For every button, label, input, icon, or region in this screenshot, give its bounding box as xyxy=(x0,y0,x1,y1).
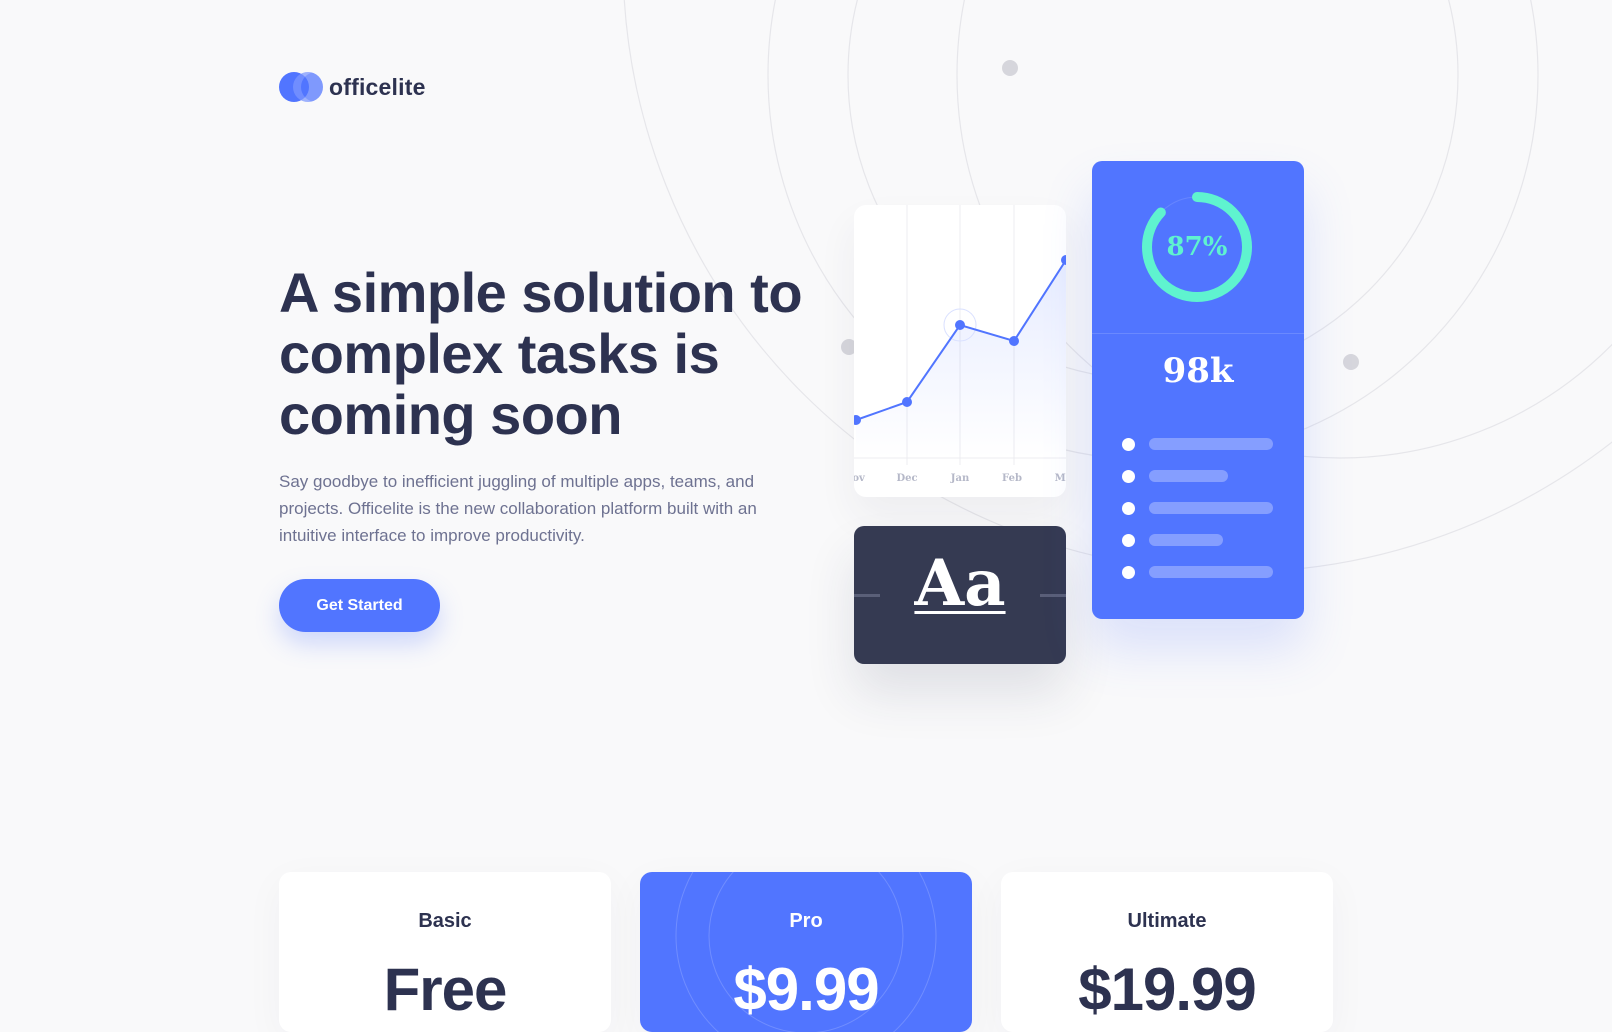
hero-description: Say goodbye to inefficient juggling of m… xyxy=(279,472,757,545)
stat-list-item xyxy=(1122,492,1273,524)
pricing-card-basic[interactable]: Basic Free xyxy=(279,872,611,1032)
decor-line xyxy=(1040,594,1066,597)
stat-value: 98k xyxy=(1162,351,1234,391)
bullet-dot xyxy=(1122,469,1135,483)
chart-month-label: Mar xyxy=(1055,473,1066,484)
stat-list xyxy=(1122,428,1273,588)
plan-price: Free xyxy=(383,956,508,1023)
get-started-button[interactable]: Get Started xyxy=(279,579,440,632)
placeholder-bar xyxy=(1149,470,1228,482)
bullet-dot xyxy=(1122,565,1135,579)
stat-list-item xyxy=(1122,556,1273,588)
bullet-dot xyxy=(1122,501,1135,515)
stat-list-item xyxy=(1122,524,1273,556)
logo[interactable]: officelite xyxy=(279,72,426,102)
orbit-dot xyxy=(1002,60,1018,76)
pricing-card-pro[interactable]: Pro $9.99 xyxy=(640,872,972,1032)
chart-illustration-card: Nov Dec Jan Feb Mar xyxy=(854,205,1066,497)
placeholder-bar xyxy=(1149,566,1273,578)
stat-list-item xyxy=(1122,428,1273,460)
plan-name: Basic xyxy=(418,910,472,932)
plan-name: Pro xyxy=(789,910,823,932)
placeholder-bar xyxy=(1149,438,1273,450)
logo-icon xyxy=(279,72,323,102)
chart-month-label: Jan xyxy=(950,473,970,484)
orbit-dot xyxy=(1343,354,1359,370)
typography-card: Aa xyxy=(854,526,1066,664)
bullet-dot xyxy=(1122,437,1135,451)
plan-price: $9.99 xyxy=(733,956,879,1023)
chart-month-label: Dec xyxy=(896,473,917,484)
placeholder-bar xyxy=(1149,534,1223,546)
chart-month-label: Nov xyxy=(854,473,866,484)
stat-list-item xyxy=(1122,460,1273,492)
plan-price: $19.99 xyxy=(1078,956,1257,1023)
divider xyxy=(1092,333,1304,334)
stats-card: 87% 98k xyxy=(1092,161,1304,619)
line-chart-illustration: Nov Dec Jan Feb Mar xyxy=(854,205,1066,484)
bullet-dot xyxy=(1122,533,1135,547)
ring-percent: 87% xyxy=(1166,232,1228,262)
chart-month-label: Feb xyxy=(1002,473,1022,484)
placeholder-bar xyxy=(1149,502,1273,514)
hero-title: A simple solution to complex tasks is co… xyxy=(279,261,803,446)
brand-name: officelite xyxy=(329,73,426,100)
typography-sample: Aa xyxy=(914,546,1006,621)
plan-name: Ultimate xyxy=(1127,910,1207,932)
pricing-card-ultimate[interactable]: Ultimate $19.99 xyxy=(1001,872,1333,1032)
